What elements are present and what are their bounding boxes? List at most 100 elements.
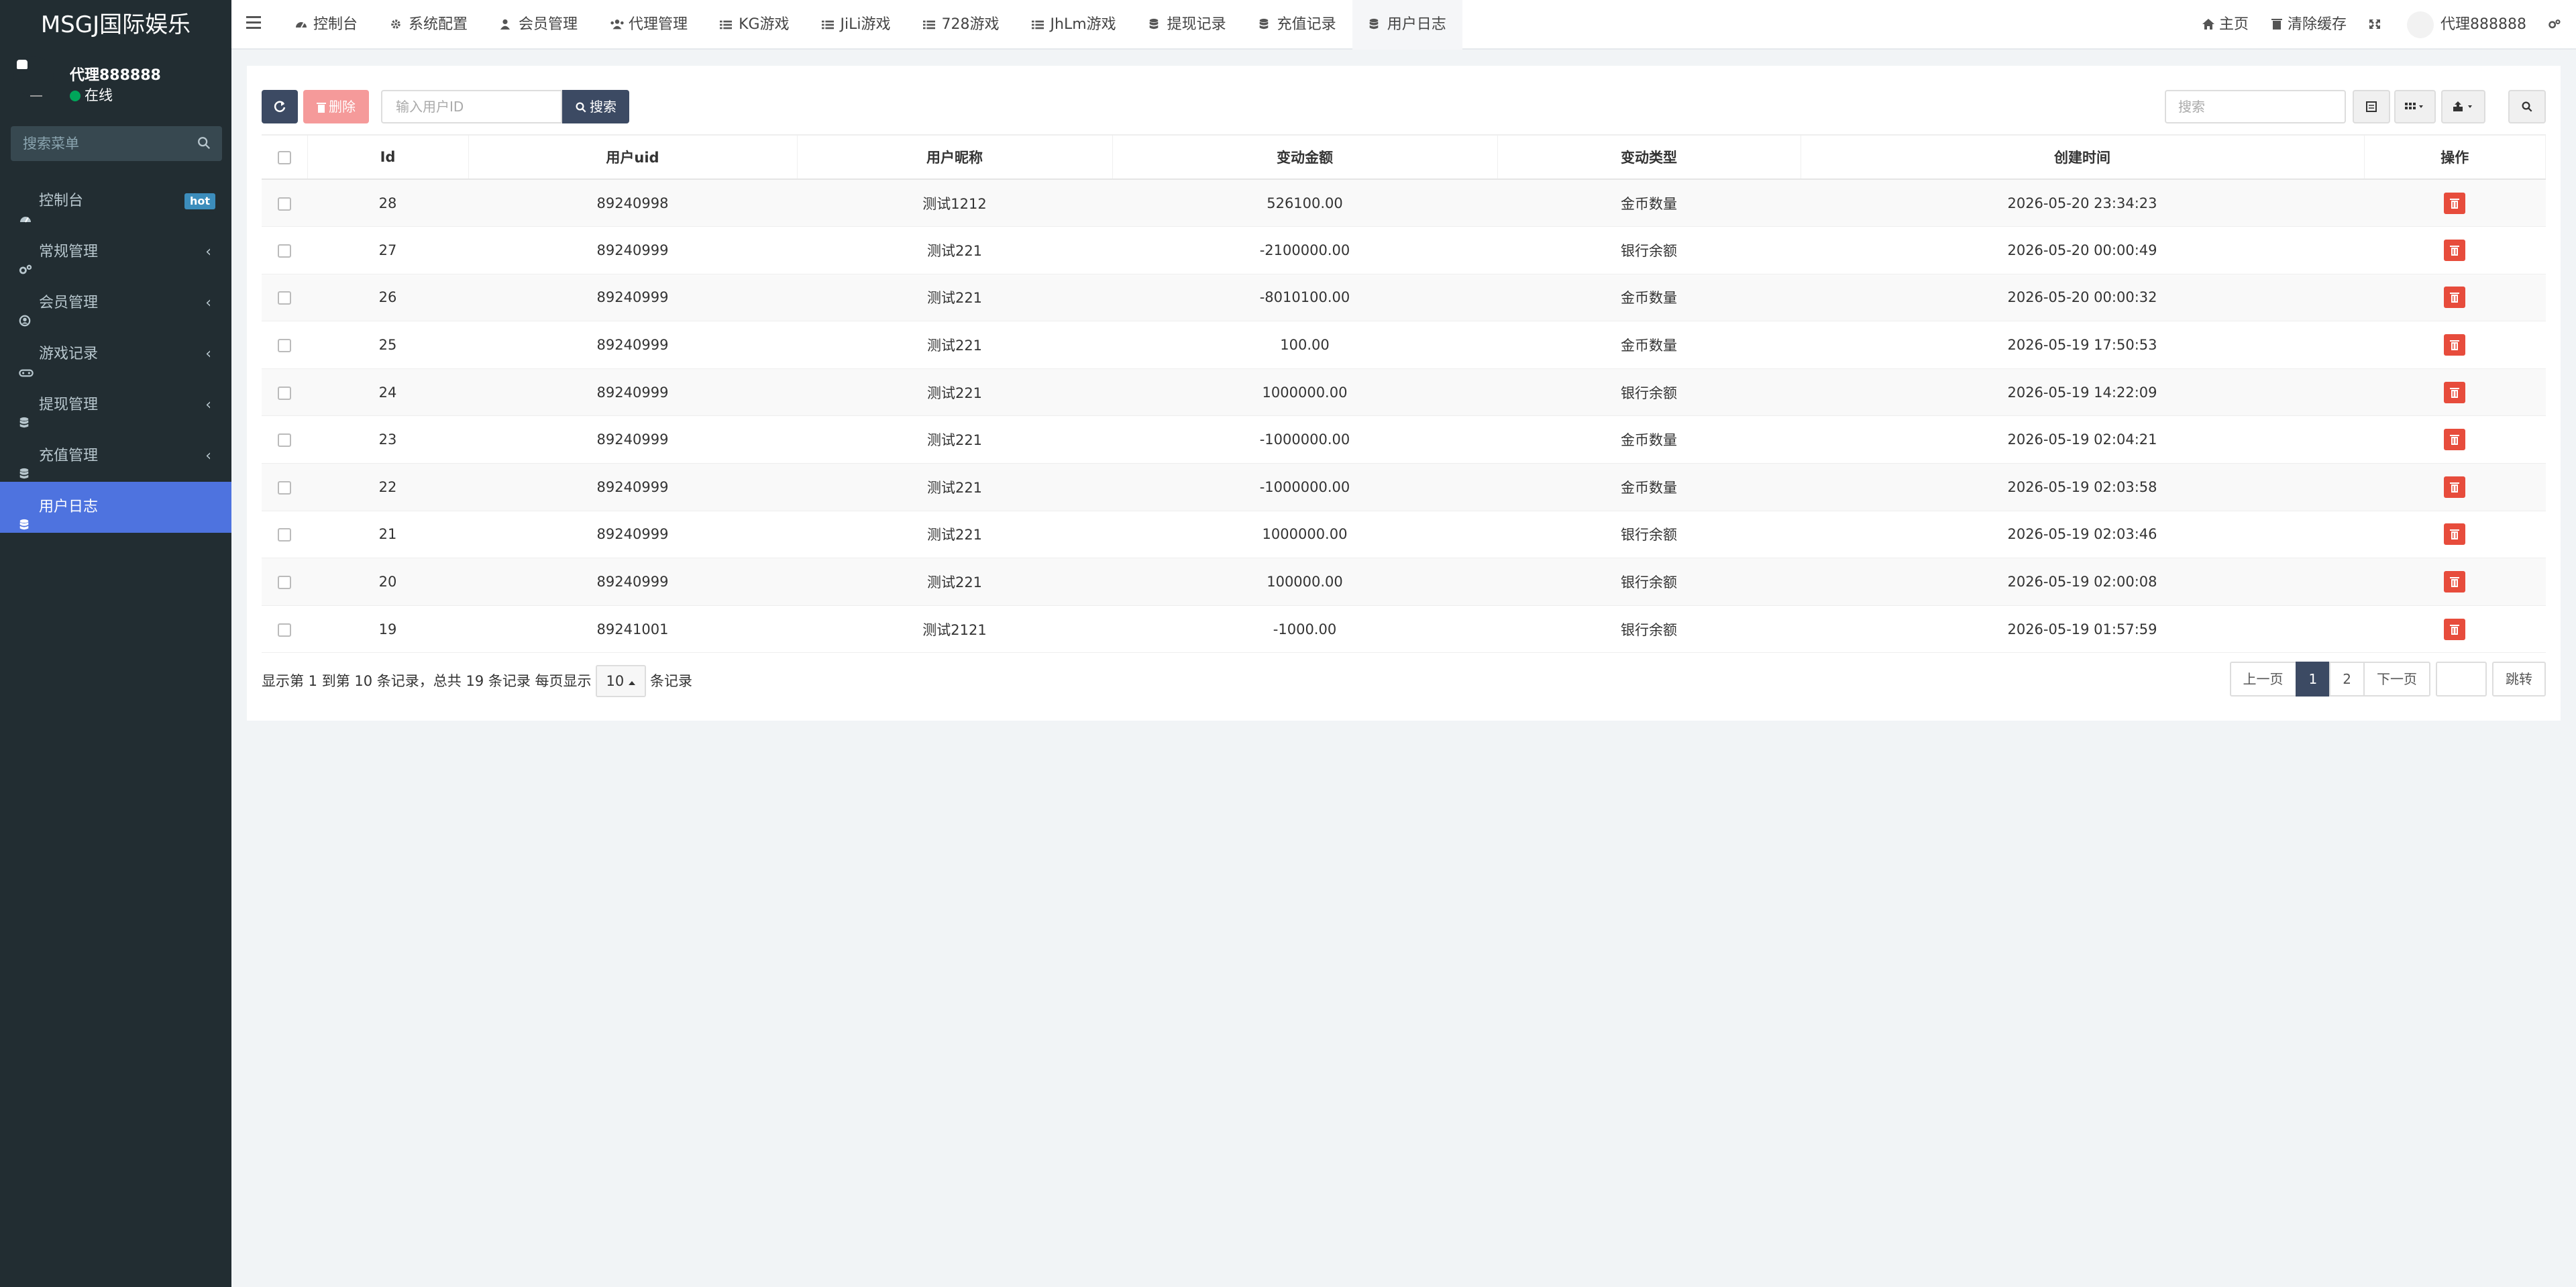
cell-type: 金币数量	[1497, 179, 1801, 227]
tab-10[interactable]: 用户日志	[1352, 0, 1462, 50]
row-select-cell[interactable]	[262, 179, 307, 227]
page-number-input[interactable]	[2436, 662, 2487, 697]
row-delete-button[interactable]	[2444, 239, 2466, 261]
export-dropdown[interactable]	[2441, 90, 2485, 123]
col-header-id[interactable]: Id	[307, 134, 469, 180]
uid-search-input[interactable]: 输入用户ID	[381, 90, 562, 123]
trash-icon	[2450, 529, 2460, 540]
settings-button[interactable]	[2537, 0, 2576, 50]
col-header-time[interactable]: 创建时间	[1801, 134, 2365, 180]
app-logo[interactable]: MSGJ国际娱乐	[0, 0, 231, 50]
table-row[interactable]: 24 89240999 测试221 1000000.00 银行余额 2026-0…	[262, 368, 2546, 417]
online-dot-icon	[70, 91, 80, 101]
table-row[interactable]: 19 89241001 测试2121 -1000.00 银行余额 2026-05…	[262, 605, 2546, 654]
row-select-cell[interactable]	[262, 368, 307, 417]
sidebar-item-0[interactable]: 控制台 hot	[0, 176, 231, 227]
tab-8[interactable]: 提现记录	[1132, 0, 1242, 50]
row-checkbox[interactable]	[278, 386, 291, 400]
row-delete-button[interactable]	[2444, 429, 2466, 451]
tab-4[interactable]: KG游戏	[704, 0, 805, 50]
row-checkbox[interactable]	[278, 576, 291, 590]
menu-toggle-icon[interactable]	[246, 16, 261, 29]
row-select-cell[interactable]	[262, 274, 307, 322]
select-all-checkbox[interactable]	[277, 151, 291, 164]
col-header-uid[interactable]: 用户uid	[468, 134, 798, 180]
row-checkbox[interactable]	[278, 433, 291, 448]
sidebar-search-input[interactable]: 搜索菜单	[23, 126, 79, 161]
home-link[interactable]: 主页	[2191, 0, 2259, 50]
row-checkbox[interactable]	[278, 244, 291, 258]
table-row[interactable]: 25 89240999 测试221 100.00 金币数量 2026-05-19…	[262, 321, 2546, 369]
col-header-amount[interactable]: 变动金额	[1112, 134, 1498, 180]
batch-delete-button[interactable]: 删除	[303, 90, 369, 123]
row-delete-button[interactable]	[2444, 476, 2466, 498]
toggle-view-button[interactable]	[2353, 90, 2390, 123]
row-select-cell[interactable]	[262, 605, 307, 654]
sidebar-item-3[interactable]: 游戏记录 ‹	[0, 329, 231, 380]
row-checkbox[interactable]	[278, 291, 291, 305]
advanced-search-button[interactable]	[2508, 90, 2546, 123]
sidebar-item-4[interactable]: 提现管理 ‹	[0, 380, 231, 431]
cell-time: 2026-05-19 02:00:08	[1801, 558, 2364, 606]
sidebar-search[interactable]: 搜索菜单	[11, 126, 222, 161]
sidebar-item-5[interactable]: 充值管理 ‹	[0, 431, 231, 482]
row-delete-button[interactable]	[2444, 381, 2466, 403]
sidebar-item-6[interactable]: 用户日志	[0, 482, 231, 533]
goto-page-button[interactable]: 跳转	[2492, 662, 2546, 697]
columns-icon	[2405, 103, 2423, 109]
page-2-button[interactable]: 2	[2329, 662, 2365, 697]
row-select-cell[interactable]	[262, 511, 307, 559]
row-checkbox[interactable]	[278, 528, 291, 542]
search-button[interactable]: 搜索	[562, 90, 629, 123]
row-delete-button[interactable]	[2444, 287, 2466, 309]
sidebar-item-2[interactable]: 会员管理 ‹	[0, 278, 231, 329]
row-delete-button[interactable]	[2444, 571, 2466, 593]
row-checkbox[interactable]	[278, 197, 291, 211]
tab-3[interactable]: 代理管理	[594, 0, 704, 50]
row-delete-button[interactable]	[2444, 523, 2466, 546]
refresh-button[interactable]	[262, 90, 298, 123]
search-icon[interactable]	[197, 136, 211, 150]
row-select-cell[interactable]	[262, 558, 307, 606]
quick-search-input[interactable]: 搜索	[2165, 90, 2346, 123]
col-header-type[interactable]: 变动类型	[1497, 134, 1801, 180]
prev-page-button[interactable]: 上一页	[2229, 662, 2297, 697]
table-row[interactable]: 26 89240999 测试221 -8010100.00 金币数量 2026-…	[262, 274, 2546, 322]
row-checkbox[interactable]	[278, 339, 291, 353]
table-row[interactable]: 22 89240999 测试221 -1000000.00 金币数量 2026-…	[262, 463, 2546, 511]
tab-5[interactable]: JiLi游戏	[806, 0, 907, 50]
col-header-nick[interactable]: 用户昵称	[797, 134, 1113, 180]
row-select-cell[interactable]	[262, 226, 307, 274]
cell-amount: 1000000.00	[1112, 368, 1497, 417]
user-menu[interactable]: 代理888888	[2396, 0, 2537, 50]
row-select-cell[interactable]	[262, 463, 307, 511]
tab-1[interactable]: 系统配置	[374, 0, 484, 50]
table-row[interactable]: 21 89240999 测试221 1000000.00 银行余额 2026-0…	[262, 511, 2546, 559]
tab-2[interactable]: 会员管理	[484, 0, 594, 50]
table-row[interactable]: 28 89240998 测试1212 526100.00 金币数量 2026-0…	[262, 179, 2546, 227]
next-page-button[interactable]: 下一页	[2363, 662, 2430, 697]
table-row[interactable]: 23 89240999 测试221 -1000000.00 金币数量 2026-…	[262, 415, 2546, 464]
page-size-dropdown[interactable]: 10	[595, 665, 646, 697]
table-row[interactable]: 20 89240999 测试221 100000.00 银行余额 2026-05…	[262, 558, 2546, 606]
row-delete-button[interactable]	[2444, 618, 2466, 640]
page-1-button[interactable]: 1	[2295, 662, 2331, 697]
sidebar-item-1[interactable]: 常规管理 ‹	[0, 227, 231, 278]
columns-dropdown[interactable]	[2394, 90, 2436, 123]
clear-cache-button[interactable]: 清除缓存	[2259, 0, 2357, 50]
cell-amount: 100000.00	[1112, 558, 1497, 606]
row-delete-button[interactable]	[2444, 192, 2466, 214]
tab-7[interactable]: JhLm游戏	[1016, 0, 1132, 50]
row-delete-button[interactable]	[2444, 334, 2466, 356]
table-row[interactable]: 27 89240999 测试221 -2100000.00 银行余额 2026-…	[262, 226, 2546, 274]
fullscreen-button[interactable]	[2357, 0, 2396, 50]
row-select-cell[interactable]	[262, 415, 307, 464]
tab-6[interactable]: 728游戏	[907, 0, 1016, 50]
select-all-header[interactable]	[262, 134, 308, 180]
trash-icon	[2450, 624, 2460, 635]
row-checkbox[interactable]	[278, 480, 291, 495]
tab-0[interactable]: 控制台	[278, 0, 374, 50]
row-checkbox[interactable]	[278, 623, 291, 637]
row-select-cell[interactable]	[262, 321, 307, 369]
tab-9[interactable]: 充值记录	[1242, 0, 1352, 50]
